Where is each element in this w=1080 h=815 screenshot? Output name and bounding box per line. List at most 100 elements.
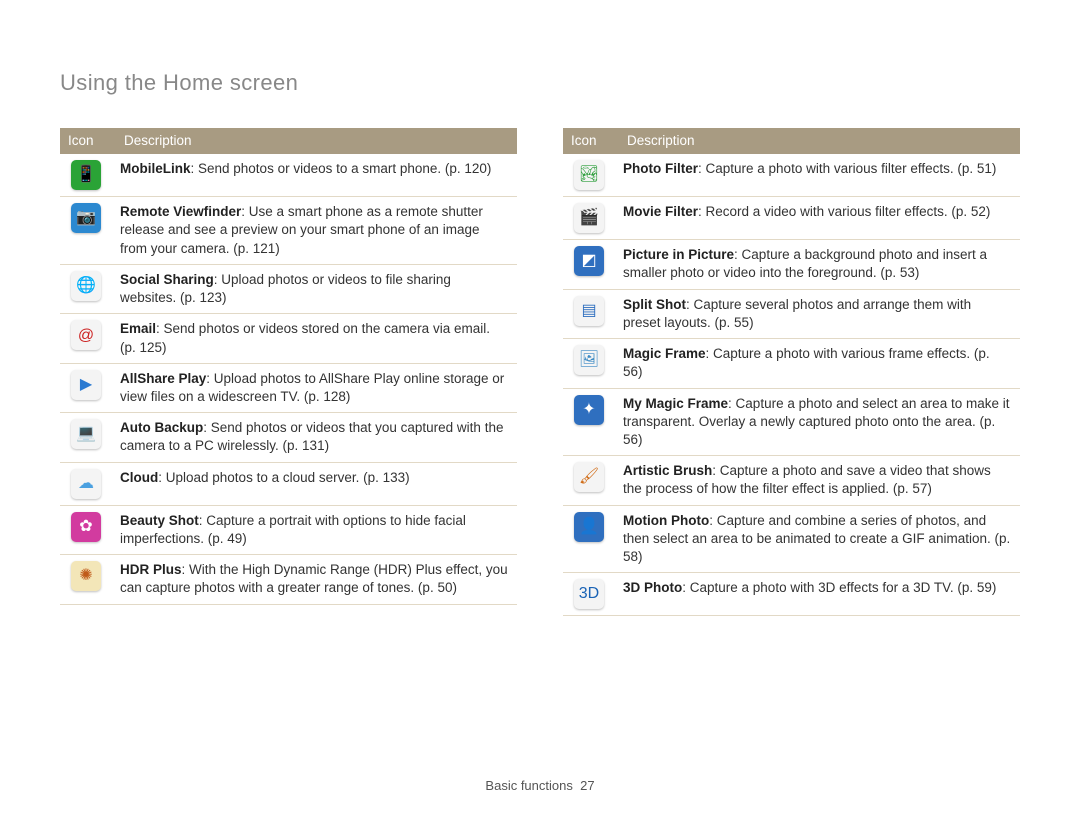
feature-title: 3D Photo	[623, 580, 682, 595]
manual-page: Using the Home screen Icon Description 📱…	[0, 0, 1080, 616]
table-row: 🖌 Artistic Brush: Capture a photo and sav…	[563, 456, 1020, 505]
icon-cell: ▶	[60, 363, 116, 412]
table-row: ✦ My Magic Frame: Capture a photo and sel…	[563, 388, 1020, 456]
feature-description: : Record a video with various filter eff…	[698, 204, 990, 219]
photo-filter-icon: 🏞	[574, 160, 604, 190]
description-cell: 3D Photo: Capture a photo with 3D effect…	[619, 573, 1020, 616]
table-row: 📷 Remote Viewfinder: Use a smart phone as…	[60, 197, 517, 265]
icon-cell: 💻	[60, 413, 116, 462]
table-row: 💻 Auto Backup: Send photos or videos that…	[60, 413, 517, 462]
feature-title: Cloud	[120, 470, 158, 485]
icon-cell: 📱	[60, 154, 116, 197]
description-cell: Split Shot: Capture several photos and a…	[619, 289, 1020, 338]
feature-title: Remote Viewfinder	[120, 204, 241, 219]
feature-title: Split Shot	[623, 297, 686, 312]
icon-cell: ✿	[60, 505, 116, 554]
feature-title: MobileLink	[120, 161, 191, 176]
feature-title: Social Sharing	[120, 272, 214, 287]
feature-title: Movie Filter	[623, 204, 698, 219]
movie-filter-icon: 🎬	[574, 203, 604, 233]
table-header-icon: Icon	[563, 128, 619, 154]
features-table-right: Icon Description 🏞Photo Filter: Capture …	[563, 128, 1020, 616]
description-cell: Motion Photo: Capture and combine a seri…	[619, 505, 1020, 573]
right-column: Icon Description 🏞Photo Filter: Capture …	[563, 128, 1020, 616]
footer-page-number: 27	[580, 778, 594, 793]
table-header-description: Description	[619, 128, 1020, 154]
description-cell: Artistic Brush: Capture a photo and save…	[619, 456, 1020, 505]
features-table-left: Icon Description 📱MobileLink: Send photo…	[60, 128, 517, 605]
description-cell: Magic Frame: Capture a photo with variou…	[619, 339, 1020, 388]
allshare-play-icon: ▶	[71, 370, 101, 400]
table-row: 🎬 Movie Filter: Record a video with vario…	[563, 197, 1020, 240]
feature-title: AllShare Play	[120, 371, 206, 386]
artistic-brush-icon: 🖌	[574, 462, 604, 492]
motion-photo-icon: 👤	[574, 512, 604, 542]
content-columns: Icon Description 📱MobileLink: Send photo…	[60, 128, 1020, 616]
table-row: 🌐 Social Sharing: Upload photos or videos…	[60, 264, 517, 313]
icon-cell: ◩	[563, 240, 619, 289]
social-sharing-icon: 🌐	[71, 271, 101, 301]
icon-cell: 🌐	[60, 264, 116, 313]
table-row: 3D 3D Photo: Capture a photo with 3D effe…	[563, 573, 1020, 616]
feature-description: : Upload photos to a cloud server. (p. 1…	[158, 470, 409, 485]
feature-title: Beauty Shot	[120, 513, 199, 528]
icon-cell: 🎬	[563, 197, 619, 240]
left-column: Icon Description 📱MobileLink: Send photo…	[60, 128, 517, 616]
page-footer: Basic functions 27	[0, 778, 1080, 793]
feature-description: : Send photos or videos stored on the ca…	[120, 321, 490, 354]
split-shot-icon: ▤	[574, 296, 604, 326]
icon-cell: @	[60, 314, 116, 363]
magic-frame-icon: 🖼	[574, 345, 604, 375]
table-row: ◩ Picture in Picture: Capture a backgroun…	[563, 240, 1020, 289]
beauty-shot-icon: ✿	[71, 512, 101, 542]
feature-description: : Capture a photo with 3D effects for a …	[682, 580, 996, 595]
icon-cell: 🏞	[563, 154, 619, 197]
cloud-icon: ☁	[71, 469, 101, 499]
description-cell: My Magic Frame: Capture a photo and sele…	[619, 388, 1020, 456]
table-row: ✺ HDR Plus: With the High Dynamic Range (…	[60, 555, 517, 604]
picture-in-picture-icon: ◩	[574, 246, 604, 276]
feature-title: My Magic Frame	[623, 396, 728, 411]
icon-cell: 🖼	[563, 339, 619, 388]
feature-title: Magic Frame	[623, 346, 706, 361]
table-header-description: Description	[116, 128, 517, 154]
table-row: ✿ Beauty Shot: Capture a portrait with op…	[60, 505, 517, 554]
icon-cell: ✺	[60, 555, 116, 604]
auto-backup-icon: 💻	[71, 419, 101, 449]
table-header-icon: Icon	[60, 128, 116, 154]
table-row: 🖼 Magic Frame: Capture a photo with vario…	[563, 339, 1020, 388]
icon-cell: ▤	[563, 289, 619, 338]
email-icon: @	[71, 320, 101, 350]
icon-cell: ☁	[60, 462, 116, 505]
description-cell: Social Sharing: Upload photos or videos …	[116, 264, 517, 313]
feature-description: : Capture a photo with various filter ef…	[698, 161, 996, 176]
table-row: ▤ Split Shot: Capture several photos and …	[563, 289, 1020, 338]
description-cell: Photo Filter: Capture a photo with vario…	[619, 154, 1020, 197]
my-magic-frame-icon: ✦	[574, 395, 604, 425]
page-title: Using the Home screen	[60, 70, 1020, 96]
description-cell: MobileLink: Send photos or videos to a s…	[116, 154, 517, 197]
icon-cell: 👤	[563, 505, 619, 573]
description-cell: Beauty Shot: Capture a portrait with opt…	[116, 505, 517, 554]
feature-title: Photo Filter	[623, 161, 698, 176]
table-row: ☁ Cloud: Upload photos to a cloud server.…	[60, 462, 517, 505]
feature-description: : Send photos or videos to a smart phone…	[191, 161, 492, 176]
three-d-photo-icon: 3D	[574, 579, 604, 609]
description-cell: HDR Plus: With the High Dynamic Range (H…	[116, 555, 517, 604]
feature-title: Auto Backup	[120, 420, 203, 435]
description-cell: Remote Viewfinder: Use a smart phone as …	[116, 197, 517, 265]
hdr-plus-icon: ✺	[71, 561, 101, 591]
mobilelink-icon: 📱	[71, 160, 101, 190]
table-row: 👤 Motion Photo: Capture and combine a ser…	[563, 505, 1020, 573]
feature-title: HDR Plus	[120, 562, 182, 577]
icon-cell: 3D	[563, 573, 619, 616]
description-cell: Picture in Picture: Capture a background…	[619, 240, 1020, 289]
description-cell: Auto Backup: Send photos or videos that …	[116, 413, 517, 462]
icon-cell: 📷	[60, 197, 116, 265]
feature-title: Email	[120, 321, 156, 336]
table-row: 📱 MobileLink: Send photos or videos to a …	[60, 154, 517, 197]
remote-viewfinder-icon: 📷	[71, 203, 101, 233]
footer-section: Basic functions	[485, 778, 572, 793]
feature-title: Picture in Picture	[623, 247, 734, 262]
icon-cell: ✦	[563, 388, 619, 456]
